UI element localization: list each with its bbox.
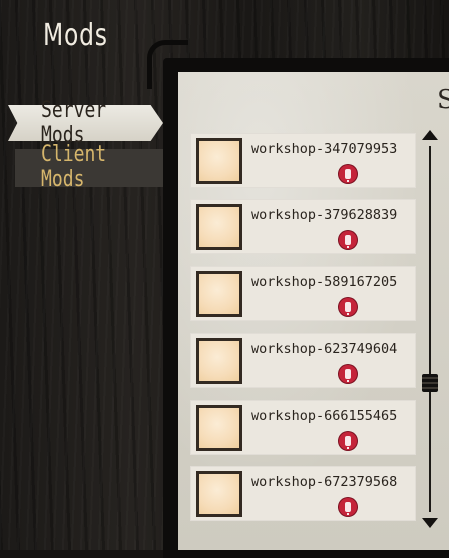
page-title: Mods: [43, 18, 108, 53]
mod-name: workshop-379628839: [251, 207, 398, 223]
warning-icon[interactable]: [339, 165, 357, 183]
warning-icon[interactable]: [339, 298, 357, 316]
mod-name: workshop-623749604: [251, 341, 398, 357]
mod-name: workshop-672379568: [251, 474, 398, 490]
mod-list-item[interactable]: workshop-589167205: [190, 266, 416, 321]
tab-server-mods[interactable]: Server Mods: [0, 98, 180, 148]
mod-list-item[interactable]: workshop-347079953: [190, 133, 416, 188]
mod-list-item[interactable]: workshop-666155465: [190, 400, 416, 455]
tab-client-mods[interactable]: Client Mods: [0, 142, 180, 192]
mod-name: workshop-347079953: [251, 141, 398, 157]
mod-list-item[interactable]: workshop-672379568: [190, 466, 416, 521]
mod-thumbnail: [196, 204, 242, 250]
scroll-handle[interactable]: [422, 374, 438, 392]
mod-thumbnail: [196, 138, 242, 184]
warning-icon[interactable]: [339, 231, 357, 249]
mod-thumbnail: [196, 405, 242, 451]
scroll-up-arrow-icon[interactable]: [422, 130, 438, 140]
tab-client-mods-label: Client Mods: [41, 142, 107, 192]
panel-title: Se: [437, 85, 449, 115]
mod-list-item[interactable]: workshop-623749604: [190, 333, 416, 388]
mod-thumbnail: [196, 471, 242, 517]
mod-name: workshop-589167205: [251, 274, 398, 290]
mod-thumbnail: [196, 338, 242, 384]
scroll-track[interactable]: [429, 146, 431, 512]
mod-name: workshop-666155465: [251, 408, 398, 424]
warning-icon[interactable]: [339, 365, 357, 383]
warning-icon[interactable]: [339, 432, 357, 450]
mod-list-item[interactable]: workshop-379628839: [190, 199, 416, 254]
warning-icon[interactable]: [339, 498, 357, 516]
scroll-down-arrow-icon[interactable]: [422, 518, 438, 528]
mod-list-scrollbar[interactable]: [420, 130, 442, 528]
mod-thumbnail: [196, 271, 242, 317]
tab-server-mods-label: Server Mods: [41, 98, 107, 148]
